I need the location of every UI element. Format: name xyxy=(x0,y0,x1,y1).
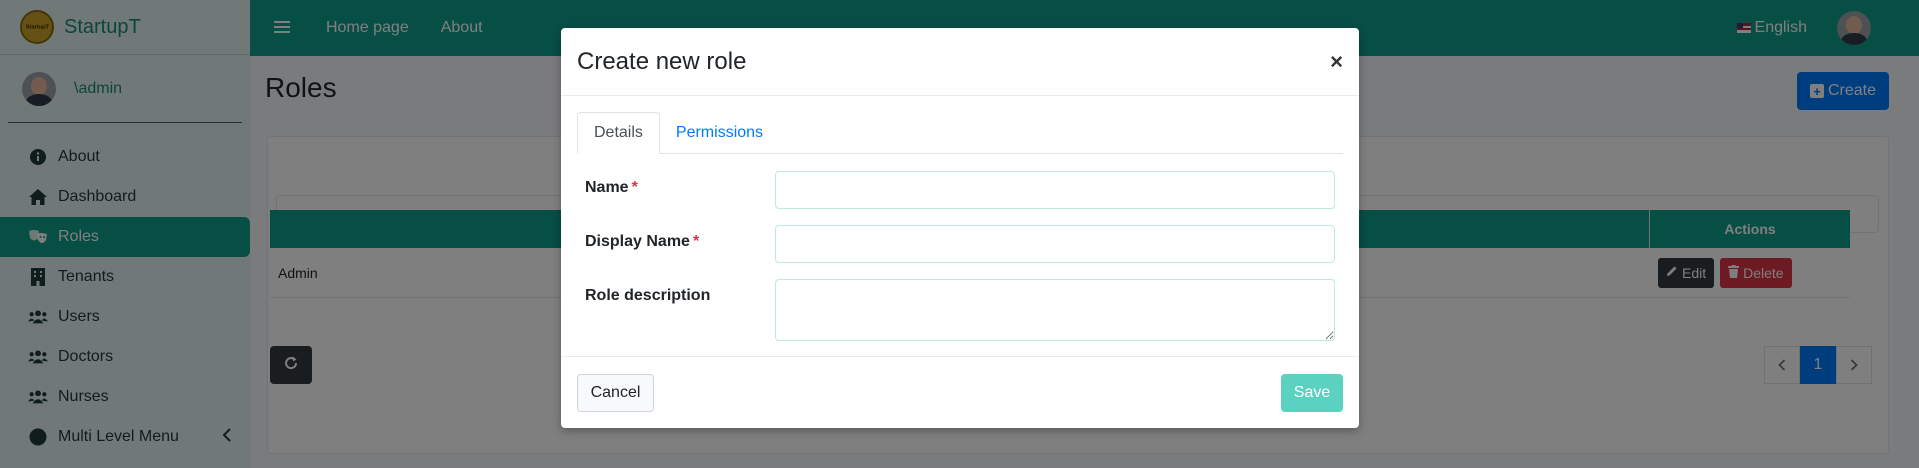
modal-title: Create new role xyxy=(577,47,747,75)
display-name-label-text: Display Name xyxy=(585,233,690,250)
form-row-name: Name * xyxy=(585,171,1335,209)
form-row-display-name: Display Name * xyxy=(585,225,1335,263)
role-description-textarea[interactable] xyxy=(775,279,1335,341)
close-icon[interactable]: × xyxy=(1330,49,1343,75)
form-row-description: Role description xyxy=(585,279,1335,341)
tab-permissions[interactable]: Permissions xyxy=(660,112,779,154)
create-role-modal: Create new role × Details Permissions Na… xyxy=(561,28,1359,428)
name-label-text: Name xyxy=(585,179,629,196)
required-mark: * xyxy=(631,179,638,196)
name-label: Name * xyxy=(585,171,775,209)
display-name-input[interactable] xyxy=(775,225,1335,263)
tab-details[interactable]: Details xyxy=(577,112,660,154)
name-input[interactable] xyxy=(775,171,1335,209)
required-mark: * xyxy=(692,233,700,250)
save-button[interactable]: Save xyxy=(1281,374,1343,412)
display-name-label: Display Name * xyxy=(585,225,775,263)
role-description-label: Role description xyxy=(585,287,711,304)
modal-tabs: Details Permissions xyxy=(577,112,1343,154)
modal-footer: Cancel Save xyxy=(561,356,1359,428)
cancel-button[interactable]: Cancel xyxy=(577,374,654,412)
modal-header: Create new role × xyxy=(561,28,1359,96)
